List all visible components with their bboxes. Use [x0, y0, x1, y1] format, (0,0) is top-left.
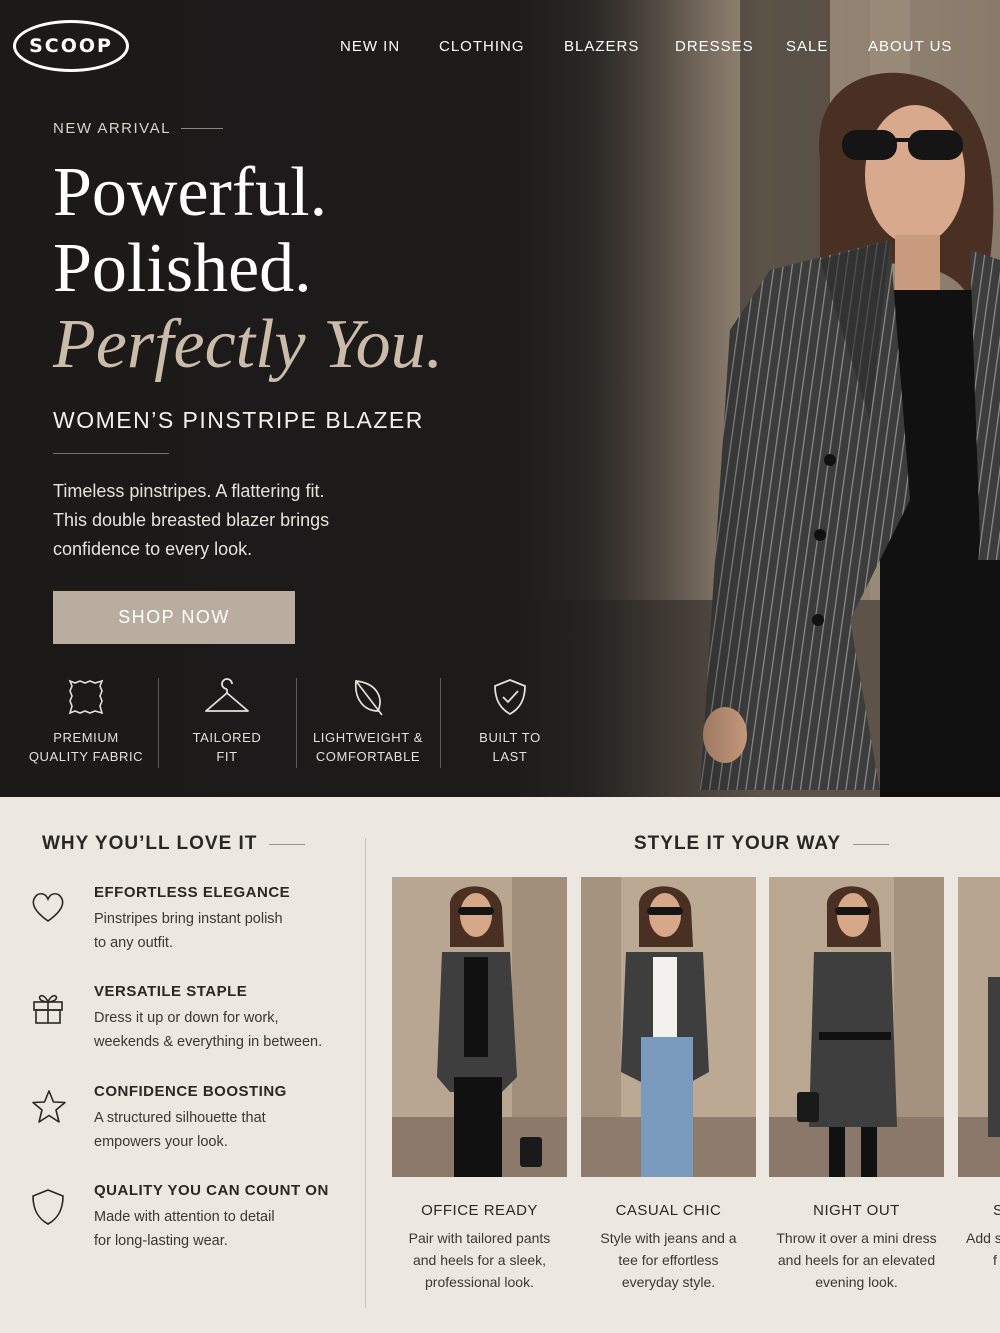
look-desc-line: and heels for a sleek, [412, 1252, 547, 1268]
look-desc-line: Throw it over a mini dress [776, 1230, 937, 1246]
hero-banner: SCOOP NEW IN CLOTHING BLAZERS DRESSES SA… [0, 0, 1000, 797]
benefit-description: Made with attention to detail for long-l… [94, 1205, 275, 1253]
look-description: Pair with tailored pants and heels for a… [392, 1227, 567, 1293]
look-card-office-ready[interactable]: OFFICE READY Pair with tailored pants an… [392, 877, 567, 1293]
eyebrow-rule [180, 128, 223, 129]
subtitle-divider [53, 453, 169, 454]
nav-about-us[interactable]: ABOUT US [868, 38, 952, 55]
look-photo [392, 877, 567, 1177]
style-section-title: STYLE IT YOUR WAY [634, 833, 890, 855]
headline-line-1: Powerful. [53, 154, 328, 231]
feature-label-line: TAILORED [192, 730, 262, 745]
feature-label-line: LIGHTWEIGHT & [312, 730, 424, 745]
feature-tailored-fit: TAILORED FIT [166, 677, 288, 766]
benefit-description: Dress it up or down for work, weekends &… [94, 1006, 322, 1054]
look-card-partial[interactable]: S Add s f [958, 877, 1000, 1271]
logo-text: SCOOP [29, 35, 113, 57]
feature-separator [158, 678, 159, 768]
benefit-description: Pinstripes bring instant polish to any o… [94, 907, 283, 955]
look-desc-line: f [993, 1252, 997, 1268]
leaf-icon [354, 680, 383, 716]
look-description: Throw it over a mini dress and heels for… [769, 1227, 944, 1293]
look-description: Add s f [958, 1227, 1000, 1271]
style-title-text: STYLE IT YOUR WAY [634, 833, 842, 854]
benefit-desc-line: empowers your look. [94, 1134, 228, 1150]
look-title: NIGHT OUT [813, 1202, 900, 1219]
look-description: Style with jeans and a tee for effortles… [581, 1227, 756, 1293]
look-desc-line: professional look. [425, 1274, 534, 1290]
look-card-casual-chic[interactable]: CASUAL CHIC Style with jeans and a tee f… [581, 877, 756, 1293]
look-desc-line: Pair with tailored pants [408, 1230, 551, 1246]
benefit-versatile-staple: VERSATILE STAPLE Dress it up or down for… [30, 983, 360, 1063]
benefit-desc-line: weekends & everything in between. [94, 1034, 323, 1050]
headline-line-3: Perfectly You. [53, 306, 444, 383]
benefit-desc-line: for long-lasting wear. [94, 1233, 228, 1249]
nav-new-in[interactable]: NEW IN [340, 38, 400, 55]
feature-label-line: BUILT TO [479, 730, 541, 745]
look-photo [581, 877, 756, 1177]
feature-lightweight: LIGHTWEIGHT & COMFORTABLE [304, 677, 432, 766]
why-section-title: WHY YOU’LL LOVE IT [42, 833, 306, 855]
section-divider [365, 838, 366, 1308]
benefit-confidence-boosting: CONFIDENCE BOOSTING A structured silhoue… [30, 1083, 360, 1163]
heart-icon [32, 892, 64, 922]
benefit-title: QUALITY YOU CAN COUNT ON [94, 1182, 329, 1199]
product-subtitle: WOMEN’S PINSTRIPE BLAZER [53, 407, 424, 433]
look-photo [958, 877, 1000, 1177]
description-line: This double breasted blazer brings [53, 510, 330, 530]
benefit-description: A structured silhouette that empowers yo… [94, 1106, 266, 1154]
look-title: OFFICE READY [421, 1202, 538, 1219]
why-title-text: WHY YOU’LL LOVE IT [42, 833, 258, 854]
nav-clothing[interactable]: CLOTHING [439, 38, 525, 55]
shield-check-icon [494, 679, 526, 716]
benefit-quality: QUALITY YOU CAN COUNT ON Made with atten… [30, 1182, 360, 1262]
title-rule [853, 843, 890, 845]
look-desc-line: evening look. [815, 1274, 898, 1290]
benefit-title: EFFORTLESS ELEGANCE [94, 884, 291, 901]
fabric-swatch-icon [68, 679, 104, 715]
look-desc-line: Add s [966, 1230, 1000, 1246]
nav-dresses[interactable]: DRESSES [675, 38, 754, 55]
benefit-desc-line: Pinstripes bring instant polish [94, 911, 283, 927]
star-icon [32, 1090, 66, 1123]
benefit-title: CONFIDENCE BOOSTING [94, 1083, 287, 1100]
hero-description: Timeless pinstripes. A flattering fit. T… [53, 477, 413, 564]
feature-label-line: COMFORTABLE [315, 749, 421, 764]
gift-icon [33, 994, 63, 1024]
feature-built-to-last: BUILT TO LAST [448, 677, 572, 766]
look-desc-line: and heels for an elevated [777, 1252, 936, 1268]
benefit-effortless-elegance: EFFORTLESS ELEGANCE Pinstripes bring ins… [30, 884, 360, 964]
look-desc-line: tee for effortless [618, 1252, 719, 1268]
look-title: CASUAL CHIC [615, 1202, 722, 1219]
description-line: confidence to every look. [53, 539, 253, 559]
benefit-desc-line: to any outfit. [94, 935, 173, 951]
nav-blazers[interactable]: BLAZERS [564, 38, 639, 55]
look-desc-line: everyday style. [621, 1274, 716, 1290]
benefit-title: VERSATILE STAPLE [94, 983, 248, 1000]
benefit-desc-line: A structured silhouette that [94, 1110, 266, 1126]
shop-now-button[interactable]: SHOP NOW [53, 591, 295, 644]
eyebrow-text: NEW ARRIVAL [53, 120, 171, 137]
feature-label-line: PREMIUM [53, 730, 119, 745]
feature-label-line: QUALITY FABRIC [28, 749, 144, 764]
feature-label-line: LAST [492, 749, 528, 764]
scoop-logo[interactable]: SCOOP [13, 20, 129, 72]
look-card-night-out[interactable]: NIGHT OUT Throw it over a mini dress and… [769, 877, 944, 1293]
feature-separator [296, 678, 297, 768]
feature-label-line: FIT [216, 749, 238, 764]
benefit-desc-line: Made with attention to detail [94, 1209, 275, 1225]
description-line: Timeless pinstripes. A flattering fit. [53, 481, 325, 501]
title-rule [269, 843, 306, 845]
hanger-icon [205, 678, 249, 712]
look-title: S [993, 1202, 1000, 1219]
hero-eyebrow: NEW ARRIVAL [53, 120, 223, 137]
feature-premium-fabric: PREMIUM QUALITY FABRIC [22, 677, 150, 766]
feature-separator [440, 678, 441, 768]
look-photo [769, 877, 944, 1177]
nav-sale[interactable]: SALE [786, 38, 828, 55]
shield-icon [32, 1189, 64, 1225]
look-desc-line: Style with jeans and a [600, 1230, 737, 1246]
headline-line-2: Polished. [53, 230, 312, 307]
benefit-desc-line: Dress it up or down for work, [94, 1010, 279, 1026]
